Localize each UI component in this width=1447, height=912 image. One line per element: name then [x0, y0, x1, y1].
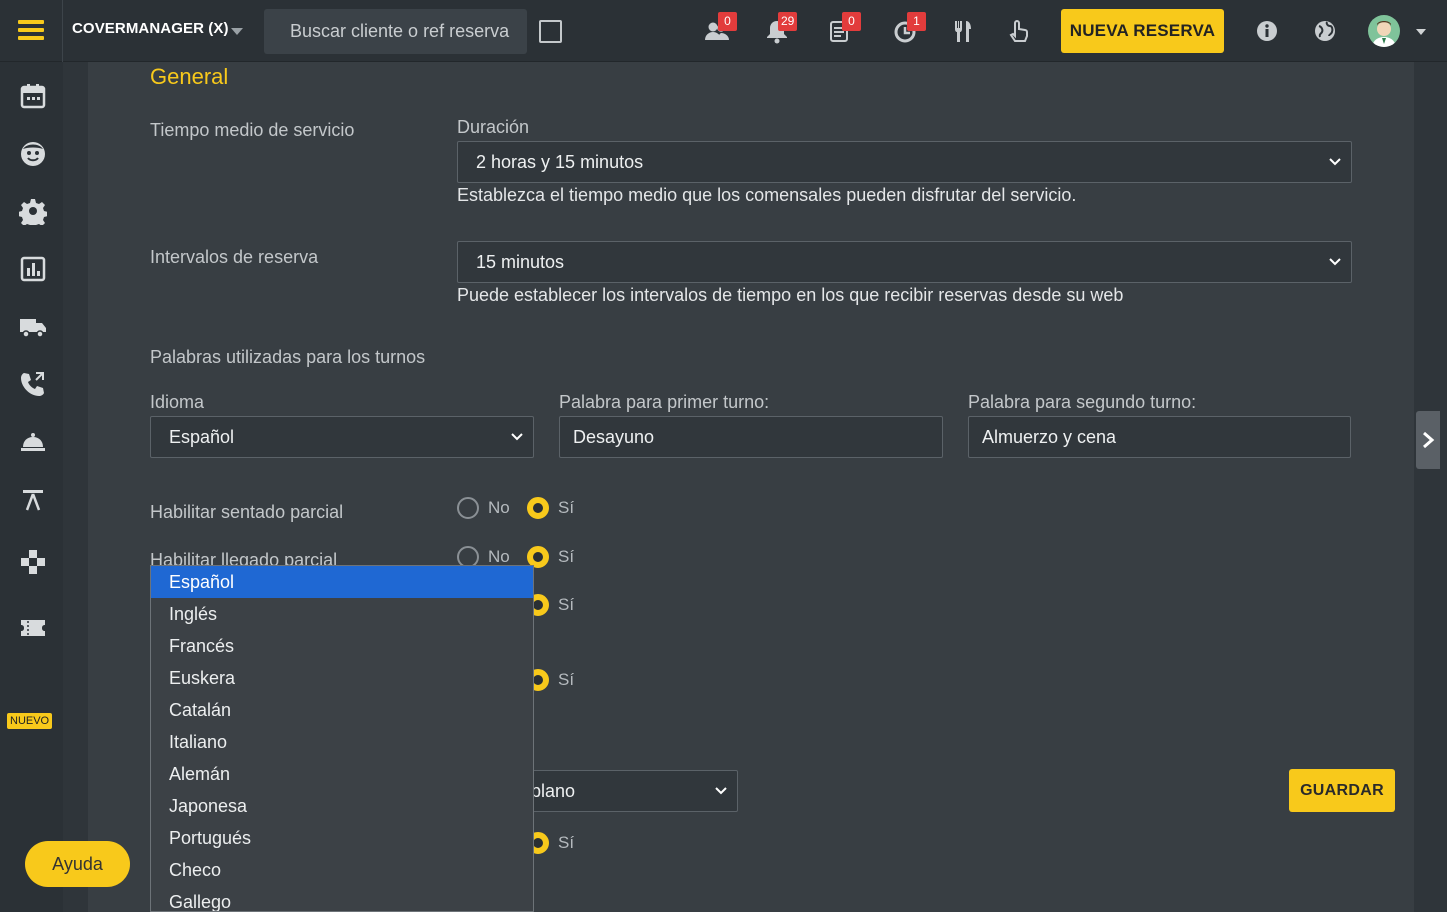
terrace-icon[interactable] — [19, 486, 47, 514]
service-time-label: Tiempo medio de servicio — [150, 120, 355, 140]
bell-icon[interactable]: 29 — [764, 12, 798, 44]
partial-seated-no-radio[interactable] — [457, 497, 479, 519]
duration-select[interactable]: 2 horas y 15 minutos — [457, 141, 1352, 183]
top-bar: COVERMANAGER (X) 0 29 0 1 NUEVA RESERVA — [0, 0, 1447, 62]
search-input[interactable] — [264, 9, 527, 54]
checkbox[interactable] — [539, 20, 562, 43]
layout-value: plano — [531, 781, 576, 801]
intervals-value: 15 minutos — [476, 252, 565, 272]
language-label: Idioma — [150, 392, 205, 412]
language-option[interactable]: Alemán — [151, 758, 533, 790]
globe-icon[interactable] — [1312, 18, 1338, 44]
language-option[interactable]: Catalán — [151, 694, 533, 726]
hand-pointer-icon[interactable] — [1006, 18, 1032, 44]
expand-panel-button[interactable] — [1416, 411, 1440, 469]
info-icon[interactable] — [1254, 18, 1280, 44]
language-option[interactable]: Francés — [151, 630, 533, 662]
duration-label: Duración — [457, 117, 530, 137]
customers-icon[interactable]: 0 — [704, 12, 737, 44]
first-shift-label: Palabra para primer turno: — [559, 392, 770, 412]
caret-down-icon[interactable] — [231, 28, 243, 35]
duration-value: 2 horas y 15 minutos — [476, 152, 644, 172]
radio-label: No — [488, 498, 510, 517]
list-badge: 0 — [842, 12, 861, 31]
face-icon[interactable] — [19, 140, 47, 168]
save-button[interactable]: GUARDAR — [1289, 769, 1395, 812]
timer-icon[interactable]: 1 — [893, 12, 926, 44]
new-badge: NUEVO — [7, 713, 53, 729]
radio-label: Sí — [558, 833, 575, 852]
customers-badge: 0 — [718, 12, 737, 31]
chevron-down-icon — [715, 787, 727, 795]
language-option[interactable]: Japonesa — [151, 790, 533, 822]
radio-label: Sí — [558, 547, 575, 566]
menu-icon[interactable] — [18, 20, 44, 42]
calendar-icon[interactable] — [19, 82, 47, 110]
second-shift-label: Palabra para segundo turno: — [968, 392, 1197, 412]
partial-seated-label: Habilitar sentado parcial — [150, 502, 344, 522]
radio-label: Sí — [558, 498, 575, 517]
cloche-icon[interactable] — [19, 427, 47, 455]
language-option[interactable]: Checo — [151, 854, 533, 886]
language-dropdown: Español Inglés Francés Euskera Catalán Italia… — [150, 565, 534, 912]
new-reservation-button[interactable]: NUEVA RESERVA — [1061, 9, 1224, 53]
ticket-icon[interactable] — [19, 614, 47, 642]
language-option[interactable]: Inglés — [151, 598, 533, 630]
radio-label: Sí — [558, 595, 575, 614]
avatar[interactable] — [1368, 15, 1400, 47]
user-menu-caret-icon[interactable] — [1416, 29, 1426, 35]
language-option[interactable]: Italiano — [151, 726, 533, 758]
language-select[interactable]: Español — [150, 416, 534, 458]
language-value: Español — [169, 427, 235, 447]
puzzle-icon[interactable] — [19, 548, 47, 576]
timer-badge: 1 — [907, 12, 926, 31]
list-icon[interactable]: 0 — [828, 12, 861, 44]
first-shift-input[interactable]: Desayuno — [559, 416, 943, 458]
gear-icon[interactable] — [18, 197, 48, 229]
sidebar: NUEVO — [0, 62, 63, 912]
duration-help: Establezca el tiempo medio que los comen… — [457, 185, 1077, 205]
intervals-label: Intervalos de reserva — [150, 247, 319, 267]
venue-selector[interactable]: COVERMANAGER (X) — [72, 20, 229, 37]
divider — [62, 0, 63, 62]
chart-icon[interactable] — [19, 255, 47, 283]
help-button[interactable]: Ayuda — [25, 841, 130, 887]
language-option[interactable]: Portugués — [151, 822, 533, 854]
second-shift-input[interactable]: Almuerzo y cena — [968, 416, 1351, 458]
intervals-select[interactable]: 15 minutos — [457, 241, 1352, 283]
language-option[interactable]: Español — [151, 566, 533, 598]
right-gutter — [1414, 62, 1447, 912]
cutlery-icon[interactable] — [950, 18, 976, 44]
section-title: General — [150, 64, 229, 89]
intervals-help: Puede establecer los intervalos de tiemp… — [457, 285, 1124, 305]
phone-icon[interactable] — [19, 370, 47, 398]
notifications-badge: 29 — [778, 12, 798, 31]
chevron-down-icon — [1329, 158, 1341, 166]
truck-icon[interactable] — [19, 312, 47, 340]
shift-words-label: Palabras utilizadas para los turnos — [150, 347, 426, 367]
partial-seated-yes-radio[interactable] — [527, 497, 549, 519]
radio-label: No — [488, 547, 510, 566]
language-option[interactable]: Gallego — [151, 886, 533, 911]
chevron-right-icon — [1423, 432, 1435, 448]
radio-label: Sí — [558, 670, 575, 689]
language-option[interactable]: Euskera — [151, 662, 533, 694]
chevron-down-icon — [1329, 258, 1341, 266]
chevron-down-icon — [511, 433, 523, 441]
